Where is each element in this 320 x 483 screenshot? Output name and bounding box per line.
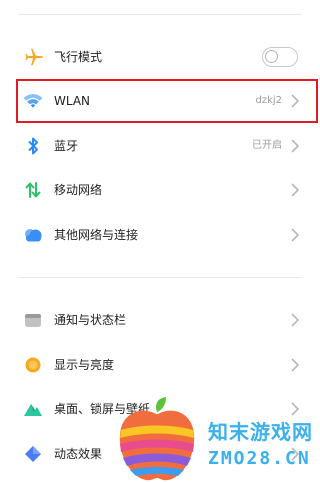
display-brightness-row[interactable]: 显示与亮度 [0, 343, 320, 387]
bluetooth-status: 已开启 [252, 140, 282, 151]
brightness-icon [22, 354, 44, 376]
watermark-logo-icon [119, 397, 195, 481]
airplane-mode-label: 飞行模式 [54, 50, 103, 64]
wlan-highlight-box [16, 79, 318, 123]
watermark-domain: ZMO28.CN [208, 448, 311, 469]
effects-label: 动态效果 [54, 447, 103, 461]
status-bar-icon [22, 309, 44, 331]
airplane-mode-row[interactable]: 飞行模式 [0, 35, 320, 79]
watermark-title: 知末游戏网 [208, 420, 313, 444]
section-divider [18, 277, 302, 278]
bluetooth-label: 蓝牙 [54, 139, 79, 153]
bluetooth-icon [22, 135, 44, 157]
chevron-right-icon [290, 227, 300, 243]
chevron-right-icon [290, 182, 300, 198]
mobile-network-icon [22, 179, 44, 201]
chevron-right-icon [290, 312, 300, 328]
mobile-network-row[interactable]: 移动网络 [0, 168, 320, 212]
display-brightness-label: 显示与亮度 [54, 358, 115, 372]
airplane-mode-toggle[interactable] [262, 47, 298, 67]
cloud-icon [22, 224, 44, 246]
chevron-right-icon [290, 138, 300, 154]
bluetooth-row[interactable]: 蓝牙 已开启 [0, 124, 320, 168]
other-networks-row[interactable]: 其他网络与连接 [0, 213, 320, 257]
notification-status-bar-label: 通知与状态栏 [54, 313, 127, 327]
chevron-right-icon [290, 357, 300, 373]
effects-icon [22, 443, 44, 465]
top-divider [18, 14, 302, 15]
other-networks-label: 其他网络与连接 [54, 228, 139, 242]
notification-status-bar-row[interactable]: 通知与状态栏 [0, 298, 320, 342]
mobile-network-label: 移动网络 [54, 183, 103, 197]
airplane-icon [22, 46, 44, 68]
wallpaper-icon [22, 398, 44, 420]
toggle-knob [265, 50, 278, 63]
watermark: 知末游戏网 ZMO28.CN [112, 396, 320, 483]
